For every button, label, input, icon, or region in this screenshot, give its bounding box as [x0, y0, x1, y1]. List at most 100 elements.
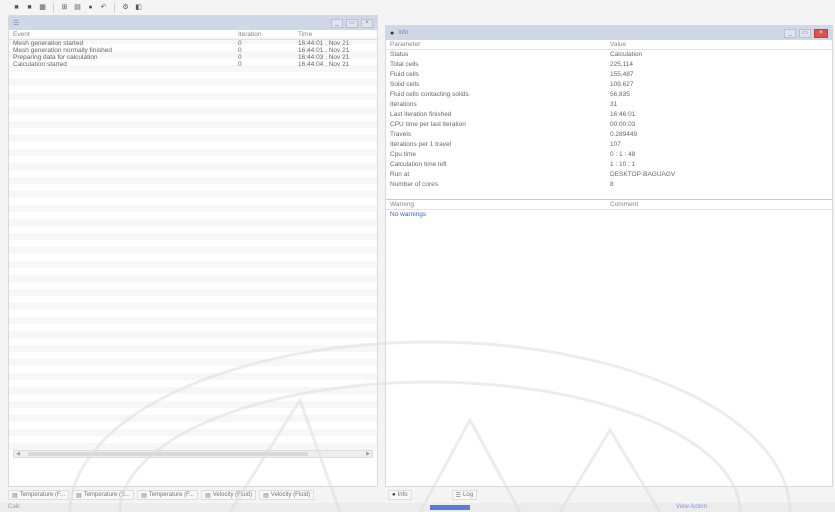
info-circle-icon: ●	[390, 29, 395, 37]
column-header-value[interactable]: Value	[606, 40, 834, 50]
table-row[interactable]: Total cells 225,114	[386, 59, 834, 69]
tab-info[interactable]: ● Info	[388, 490, 412, 500]
progress-indicator	[430, 505, 470, 510]
event-log-header: ☰ _ ▭ ×	[9, 16, 377, 30]
close-button[interactable]: ×	[361, 18, 373, 28]
table-row[interactable]: Calculation started 0 16:44:04 , Nov 21	[9, 61, 379, 68]
tab-label: Temperature (F...	[19, 492, 66, 498]
table-row[interactable]: Preparing data for calculation 0 16:44:0…	[9, 54, 379, 61]
tab-label: Velocity (Fluid)	[212, 492, 253, 498]
column-header-comment[interactable]: Comment	[606, 200, 834, 210]
param-cell: Status	[390, 50, 409, 58]
event-cell: Mesh generation normally finished	[13, 46, 112, 54]
value-cell: DESKTOP-BAGUAGV	[610, 170, 676, 178]
param-cell: Run at	[390, 170, 410, 178]
table-row[interactable]: Fluid cells contacting solids 56,835	[386, 89, 834, 99]
column-header-warning[interactable]: Warning	[386, 200, 606, 210]
value-cell: 107	[610, 140, 621, 148]
table-row[interactable]: Mesh generation normally finished 0 16:4…	[9, 47, 379, 54]
stop-icon[interactable]: ■	[25, 3, 34, 12]
param-cell: Calculation time left	[390, 160, 447, 168]
warnings-table: Warning Comment No warnings	[386, 200, 834, 219]
column-header-event[interactable]: Event	[9, 30, 234, 40]
tab-temperature-solid[interactable]: ▤ Temperature (S...	[72, 490, 135, 500]
tab-temperature-fluid-2[interactable]: ▤ Temperature (F...	[137, 490, 199, 500]
table-row[interactable]: Solid cells 109,627	[386, 79, 834, 89]
table-row[interactable]: Iterations 31	[386, 99, 834, 109]
list-icon: ☰	[13, 20, 20, 27]
chart-icon: ▤	[263, 492, 269, 499]
scroll-right-icon[interactable]: ▶	[364, 451, 372, 457]
restore-button[interactable]: ▭	[346, 18, 358, 28]
table-row[interactable]: Fluid cells 155,487	[386, 69, 834, 79]
status-bar: Calc View Action	[0, 503, 835, 512]
column-header-parameter[interactable]: Parameter	[386, 40, 606, 50]
value-cell: Calculation	[610, 50, 643, 58]
scroll-left-icon[interactable]: ◀	[14, 451, 22, 457]
table-row[interactable]: CPU time per last iteration 00:00:03	[386, 119, 834, 129]
info-icon[interactable]: ◧	[134, 3, 143, 12]
param-cell: Number of cores	[390, 180, 439, 188]
table-row[interactable]: No warnings	[386, 209, 834, 219]
scroll-thumb[interactable]	[28, 452, 308, 456]
event-log-list: Event Iteration Time Mesh generation sta…	[9, 30, 379, 450]
settings-icon[interactable]: ⚙	[121, 3, 130, 12]
tab-temperature-fluid[interactable]: ▤ Temperature (F...	[8, 490, 70, 500]
tab-log[interactable]: ☰ Log	[451, 490, 478, 500]
table-row[interactable]: Cpu time 0 : 1 : 48	[386, 149, 834, 159]
time-cell: 16:44:01 , Nov 21	[298, 46, 350, 54]
status-link[interactable]: View Action	[676, 504, 707, 510]
column-header-time[interactable]: Time	[294, 30, 379, 40]
comment-cell	[606, 209, 834, 219]
info-title: Info	[398, 30, 409, 36]
table-row[interactable]: Calculation time left 1 : 10 : 1	[386, 159, 834, 169]
table-row[interactable]: Travels 0.289449	[386, 129, 834, 139]
iteration-cell: 0	[238, 46, 242, 54]
tab-velocity-fluid-2[interactable]: ▤ Velocity (Fluid)	[259, 490, 315, 500]
value-cell: 1 : 10 : 1	[610, 160, 636, 168]
param-cell: Iterations	[390, 100, 417, 108]
main-toolbar: ■ ■ ▦ ⊞ ▤ ● ↶ ⚙ ◧	[0, 0, 835, 14]
table-row[interactable]: Last iteration finished 16:46:01	[386, 109, 834, 119]
minimize-button[interactable]: _	[784, 28, 796, 38]
table-row[interactable]: Iterations per 1 travel 107	[386, 139, 834, 149]
param-cell: Fluid cells contacting solids	[390, 90, 469, 98]
value-cell: 16:46:01	[610, 110, 636, 118]
event-cell: Mesh generation started	[13, 39, 84, 47]
column-header-iteration[interactable]: Iteration	[234, 30, 294, 40]
info-pane: ● Info _ ▭ × Parameter Value Status Calcu…	[385, 25, 834, 487]
help-icon[interactable]: ●	[86, 3, 95, 12]
chart-icon[interactable]: ▤	[73, 3, 82, 12]
warning-cell[interactable]: No warnings	[386, 209, 606, 219]
param-cell: Total cells	[390, 60, 419, 68]
value-cell: 109,627	[610, 80, 634, 88]
chart-icon: ▤	[76, 492, 82, 499]
undo-icon[interactable]: ↶	[99, 3, 108, 12]
minimize-button[interactable]: _	[331, 18, 343, 28]
tab-label: Temperature (F...	[148, 492, 195, 498]
toolbar-divider	[53, 2, 54, 12]
info-circle-icon: ●	[392, 492, 396, 498]
close-button[interactable]: ×	[814, 28, 828, 38]
grid-icon[interactable]: ▦	[38, 3, 47, 12]
table-row[interactable]: Number of cores 8	[386, 179, 834, 189]
restore-button[interactable]: ▭	[799, 28, 811, 38]
param-cell: Last iteration finished	[390, 110, 452, 118]
event-log-pane: ☰ _ ▭ × Event Iteration Time Mesh genera…	[8, 15, 379, 487]
value-cell: 56,835	[610, 90, 630, 98]
value-cell: 00:00:03	[610, 120, 636, 128]
table-row[interactable]: Status Calculation	[386, 49, 834, 59]
tab-velocity-fluid[interactable]: ▤ Velocity (Fluid)	[201, 490, 257, 500]
table-row[interactable]: Run at DESKTOP-BAGUAGV	[386, 169, 834, 179]
value-cell: 225,114	[610, 60, 634, 68]
save-icon[interactable]: ■	[12, 3, 21, 12]
chart-icon: ▤	[12, 492, 18, 499]
tab-label: Log	[463, 492, 474, 498]
table-row[interactable]: Mesh generation started 0 16:44:01 , Nov…	[9, 39, 379, 47]
event-cell: Preparing data for calculation	[13, 53, 98, 61]
mesh-icon[interactable]: ⊞	[60, 3, 69, 12]
info-parameters-table: Parameter Value Status Calculation Total …	[386, 40, 834, 189]
param-cell: Fluid cells	[390, 70, 419, 78]
horizontal-scrollbar[interactable]: ◀ ▶	[13, 450, 373, 458]
info-tabbar: ● Info ☰ Log	[388, 490, 478, 500]
